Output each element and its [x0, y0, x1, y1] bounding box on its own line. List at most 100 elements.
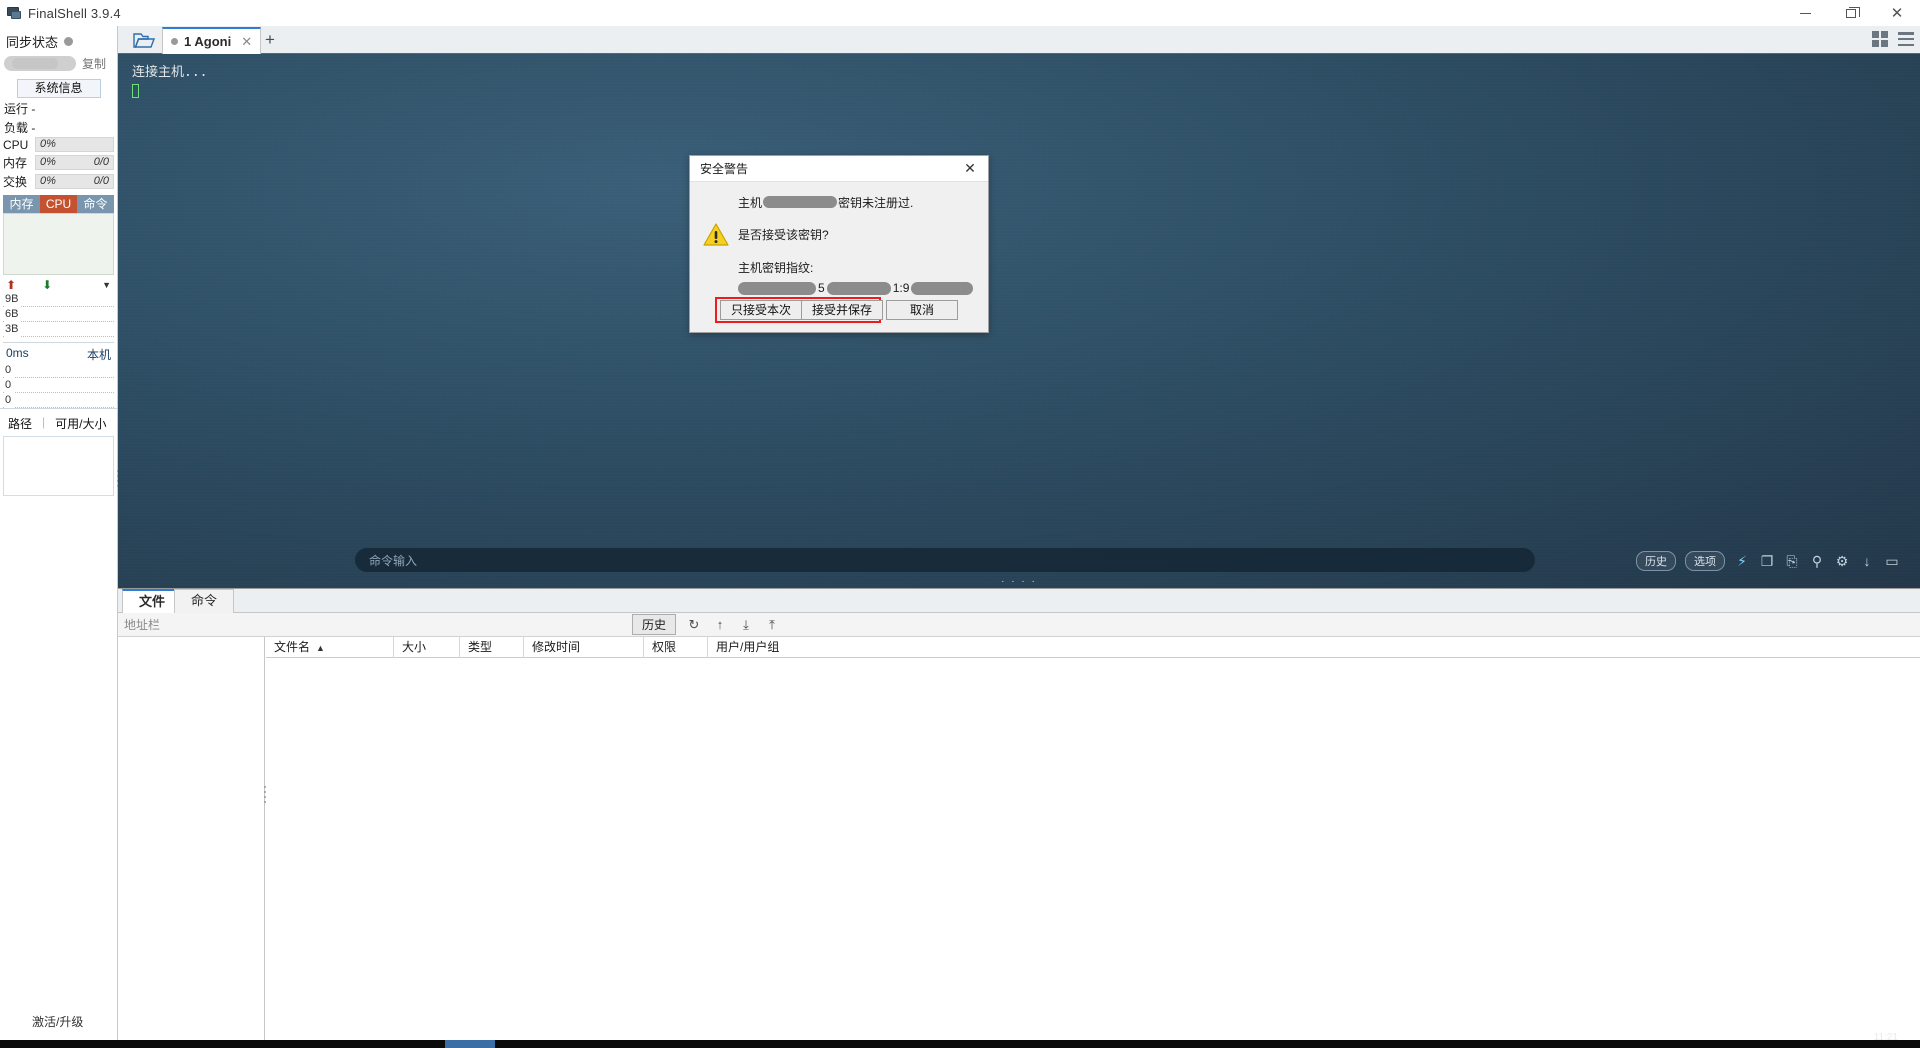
fingerprint-fragment-2: 1:9 — [892, 281, 910, 295]
command-input-placeholder: 命令输入 — [369, 553, 418, 568]
dialog-host-prefix: 主机 — [738, 195, 763, 210]
gear-icon[interactable]: ⚙ — [1834, 553, 1850, 569]
process-tab-memory[interactable]: 内存 — [3, 195, 40, 213]
disk-list — [3, 436, 114, 496]
meter-swap-label: 交换 — [3, 175, 28, 189]
process-tab-cpu[interactable]: CPU — [40, 195, 77, 213]
account-redacted — [4, 56, 76, 71]
meter-memory-value: 0% — [40, 156, 56, 168]
terminal-panel[interactable]: 连接主机... 命令输入 历史 选项 ⚡ ❐ ⎘ ⚲ ⚙ ↓ ▭ · · · · — [118, 54, 1920, 588]
activate-upgrade-link[interactable]: 激活/升级 — [32, 1013, 83, 1030]
load-label: 负载 - — [4, 121, 36, 135]
terminal-options-button[interactable]: 选项 — [1685, 551, 1725, 571]
refresh-icon[interactable]: ↻ — [686, 617, 702, 633]
meter-cpu-value: 0% — [40, 138, 56, 150]
accept-and-save-button[interactable]: 接受并保存 — [801, 300, 884, 320]
dialog-question: 是否接受该密钥? — [738, 228, 829, 242]
app-title: FinalShell 3.9.4 — [28, 5, 121, 21]
lightning-icon[interactable]: ⚡ — [1734, 553, 1750, 569]
terminal-cursor — [132, 84, 139, 98]
list-view-icon[interactable] — [1898, 31, 1914, 47]
left-sidebar: 同步状态 复制 系统信息 运行 - 负载 - CPU 0% 内存 0% 0/0 … — [0, 26, 119, 1048]
download-icon[interactable]: ↓ — [1859, 553, 1875, 569]
grid-view-icon[interactable] — [1872, 31, 1888, 47]
column-header-type[interactable]: 类型 — [460, 636, 524, 658]
close-icon[interactable]: ✕ — [958, 157, 982, 181]
system-info-button[interactable]: 系统信息 — [16, 79, 101, 98]
os-taskbar: 11:21 — [0, 1032, 1920, 1048]
disk-size-label: 可用/大小 — [55, 417, 107, 431]
close-button[interactable]: ✕ — [1874, 0, 1920, 26]
file-list-header: 文件名 ▲ 大小 类型 修改时间 权限 用户/用户组 — [266, 636, 1920, 658]
taskbar-active-app[interactable] — [445, 1040, 495, 1048]
session-tab-label: 1 Agoni — [184, 34, 232, 49]
accept-once-button[interactable]: 只接受本次 — [720, 300, 803, 320]
ping-latency: 0ms — [6, 346, 29, 360]
column-header-filename-label: 文件名 — [274, 639, 311, 654]
sort-ascending-icon: ▲ — [316, 642, 325, 653]
upload-file-icon[interactable]: ⤒ — [764, 617, 780, 633]
tab-files[interactable]: 文件 — [122, 589, 183, 613]
dialog-fingerprint-value: 5 1:9 — [738, 281, 976, 295]
copy-account-link[interactable]: 复制 — [82, 55, 106, 72]
address-bar-input[interactable]: 地址栏 — [124, 616, 160, 633]
column-header-owner[interactable]: 用户/用户组 — [708, 637, 848, 658]
paste-icon[interactable]: ⎘ — [1784, 553, 1800, 569]
taskbar-clock: 11:21 — [1873, 1032, 1898, 1043]
directory-tree-pane[interactable] — [118, 637, 265, 1048]
window-icon[interactable]: ▭ — [1884, 553, 1900, 569]
file-panel: 文件 命令 地址栏 历史 ↻ ↑ ⤓ ⤒ 文件名 ▲ 大小 类型 修改时间 权限… — [118, 588, 1920, 1048]
tab-commands[interactable]: 命令 — [174, 589, 235, 613]
process-tab-command[interactable]: 命令 — [77, 195, 114, 213]
up-directory-icon[interactable]: ↑ — [712, 617, 728, 633]
arrow-down-icon: ⬇ — [42, 278, 53, 292]
disk-header-divider: | — [42, 415, 46, 429]
command-input[interactable]: 命令输入 — [355, 548, 1535, 572]
ping-y-label-2: 0 — [5, 378, 15, 393]
file-panel-tabs: 文件 命令 — [118, 589, 1920, 613]
ping-y-label-3: 0 — [5, 393, 15, 408]
title-bar: FinalShell 3.9.4 ✕ — [0, 0, 1920, 26]
network-graph-header: ⬆ ⬇ ▼ — [0, 275, 117, 292]
open-folder-icon[interactable] — [126, 28, 161, 53]
meter-swap-right: 0/0 — [93, 175, 109, 187]
panel-resize-handle[interactable]: · · · · — [1001, 576, 1037, 587]
dialog-body: 主机 密钥未注册过. 是否接受该密钥? 主机密钥指纹: 5 1:9 — [690, 182, 988, 295]
network-y-label-1: 9B — [5, 292, 22, 307]
minimize-button[interactable] — [1782, 0, 1828, 26]
sync-status-label: 同步状态 — [6, 35, 59, 50]
copy-icon[interactable]: ❐ — [1759, 553, 1775, 569]
file-history-button[interactable]: 历史 — [631, 614, 676, 635]
column-header-filename[interactable]: 文件名 ▲ — [266, 636, 394, 658]
column-header-permissions[interactable]: 权限 — [644, 636, 708, 658]
session-tab-1[interactable]: 1 Agoni ✕ — [162, 27, 262, 54]
meter-swap-bar: 0% 0/0 — [35, 174, 114, 189]
ping-graph: 0 0 0 — [3, 363, 114, 408]
download-file-icon[interactable]: ⤓ — [738, 617, 754, 633]
ping-header: 0ms 本机 — [0, 343, 117, 363]
column-header-size[interactable]: 大小 — [394, 636, 460, 658]
dialog-host-suffix: 密钥未注册过. — [838, 195, 914, 210]
network-y-label-3: 3B — [5, 322, 22, 337]
maximize-button[interactable] — [1828, 0, 1874, 26]
file-toolbar-actions: 历史 ↻ ↑ ⤓ ⤒ — [631, 614, 1920, 635]
cancel-button[interactable]: 取消 — [886, 300, 958, 320]
meter-memory: 内存 0% 0/0 — [0, 153, 117, 172]
file-list-pane[interactable]: 文件名 ▲ 大小 类型 修改时间 权限 用户/用户组 — [266, 636, 1920, 1048]
terminal-history-button[interactable]: 历史 — [1636, 551, 1676, 571]
dialog-host-redacted — [763, 196, 838, 208]
ping-y-label-1: 0 — [5, 363, 15, 378]
chevron-down-icon[interactable]: ▼ — [102, 280, 111, 290]
meter-memory-label: 内存 — [3, 156, 28, 170]
disk-header: 路径 | 可用/大小 — [0, 408, 117, 436]
fingerprint-redacted-3 — [911, 281, 974, 295]
column-header-modified[interactable]: 修改时间 — [524, 636, 644, 658]
terminal-output: 连接主机... — [132, 65, 208, 80]
close-icon[interactable]: ✕ — [241, 34, 252, 50]
app-logo-icon — [6, 5, 22, 21]
search-icon[interactable]: ⚲ — [1809, 553, 1825, 569]
fingerprint-redacted-2 — [826, 281, 891, 295]
finalshell-window: FinalShell 3.9.4 ✕ 同步状态 复制 系统信息 运行 - 负载 … — [0, 0, 1920, 1048]
uptime-label: 运行 - — [4, 102, 36, 116]
new-tab-button[interactable]: + — [261, 31, 279, 49]
